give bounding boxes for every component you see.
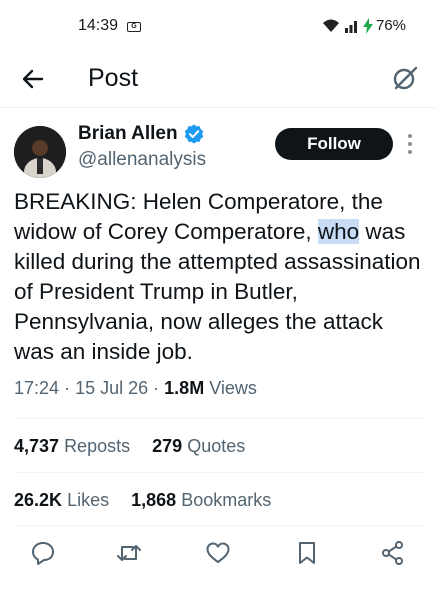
bookmark-icon[interactable]	[294, 540, 320, 566]
repost-icon[interactable]	[116, 540, 142, 566]
status-bar: 14:39 G 76%	[0, 0, 436, 52]
page-title: Post	[88, 64, 139, 92]
tweet-text-selected: who	[317, 219, 360, 244]
meta-separator: ·	[153, 378, 160, 398]
battery-percent: 76%	[375, 17, 406, 34]
divider	[14, 418, 422, 419]
wifi-icon	[322, 19, 339, 32]
bookmarks-label[interactable]: Bookmarks	[181, 490, 271, 510]
views-count[interactable]: 1.8M	[164, 378, 204, 398]
signal-icon	[344, 20, 357, 33]
tweet-text: BREAKING: Helen Comperatore, the widow o…	[14, 187, 424, 367]
likes-count[interactable]: 26.2K	[14, 490, 62, 510]
status-indicators: 76%	[321, 17, 406, 34]
status-time: 14:39	[78, 17, 119, 34]
reposts-quotes-row: 4,737 Reposts 279 Quotes	[14, 436, 245, 457]
sim-icon: G	[127, 22, 141, 32]
divider	[14, 472, 422, 473]
reply-icon[interactable]	[30, 540, 56, 566]
grok-icon[interactable]	[390, 63, 420, 93]
verified-badge-icon	[184, 124, 203, 144]
likes-label[interactable]: Likes	[67, 490, 109, 510]
tweet-meta: 17:24 · 15 Jul 26 · 1.8M Views	[14, 378, 257, 399]
reposts-count[interactable]: 4,737	[14, 436, 59, 456]
avatar[interactable]	[14, 126, 66, 178]
views-label[interactable]: Views	[209, 378, 257, 398]
author-row: Brian Allen @allenanalysis Follow	[0, 118, 436, 178]
share-icon[interactable]	[380, 540, 406, 566]
tweet-time[interactable]: 17:24	[14, 378, 59, 398]
heart-icon[interactable]	[205, 540, 231, 566]
author-handle[interactable]: @allenanalysis	[78, 149, 206, 171]
likes-bookmarks-row: 26.2K Likes 1,868 Bookmarks	[14, 490, 271, 511]
divider	[14, 525, 422, 526]
quotes-label[interactable]: Quotes	[187, 436, 245, 456]
arrow-left-icon[interactable]	[18, 64, 48, 94]
avatar-image	[14, 126, 66, 178]
more-vertical-icon[interactable]	[406, 132, 414, 156]
charging-icon	[362, 17, 373, 34]
tweet-date[interactable]: 15 Jul 26	[75, 378, 148, 398]
follow-button[interactable]: Follow	[275, 128, 393, 160]
author-name[interactable]: Brian Allen	[78, 123, 178, 145]
action-bar	[0, 540, 436, 570]
meta-separator: ·	[64, 378, 71, 398]
bookmarks-count[interactable]: 1,868	[131, 490, 176, 510]
author-name-row[interactable]: Brian Allen	[78, 123, 204, 145]
quotes-count[interactable]: 279	[152, 436, 182, 456]
post-header: Post	[0, 52, 436, 108]
reposts-label[interactable]: Reposts	[64, 436, 130, 456]
